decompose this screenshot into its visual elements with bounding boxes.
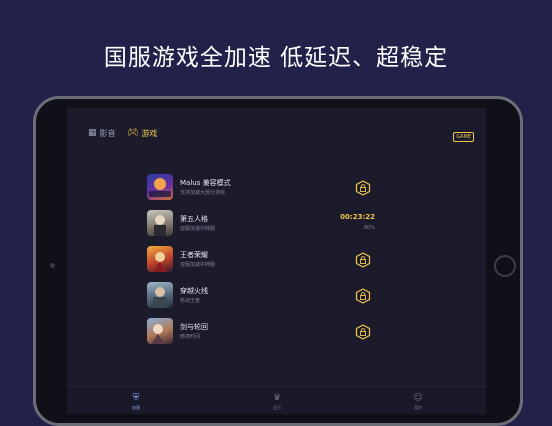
lock-icon[interactable] (355, 324, 371, 340)
character-art (153, 287, 167, 308)
game-row-identity-v[interactable]: 第五人格 亚服加速中转服 00:23:22 80% (147, 208, 377, 244)
game-row-malus[interactable]: Malus 兼容模式 支持加速大部分游戏 (147, 172, 377, 208)
game-title: 王者荣耀 (180, 251, 208, 259)
user-icon: ☺ (413, 393, 423, 403)
grid-icon: ▦ (88, 128, 97, 138)
lock-icon[interactable] (355, 180, 371, 196)
game-subtitle: 支持加速大部分游戏 (180, 190, 226, 196)
character-art (154, 215, 166, 236)
camera-dot (50, 263, 55, 268)
character-art (153, 252, 167, 272)
game-thumb (147, 282, 173, 308)
tabbar-item-vip[interactable]: ♛ 会员 (257, 393, 297, 411)
game-row-crossfire[interactable]: 穿越火线 枪战王者 (147, 280, 377, 316)
game-row-sword-reincarnation[interactable]: 剑与轮回 暗夜时间 (147, 316, 377, 352)
shield-icon: ⛨ (132, 393, 140, 403)
tab-media[interactable]: ▦ 影音 (88, 128, 116, 139)
tab-games[interactable]: 🎮︎ 游戏 (127, 128, 157, 139)
acceleration-percent: 80% (363, 225, 375, 231)
game-subtitle: 亚服加速中转服 (180, 226, 216, 232)
game-row-honor-of-kings[interactable]: 王者荣耀 亚服加速中转服 (147, 244, 377, 280)
tabbar-label: 我的 (414, 405, 422, 410)
game-title: 穿越火线 (180, 287, 208, 295)
game-thumb (147, 174, 173, 200)
headline: 国服游戏全加速 低延迟、超稳定 (103, 45, 449, 71)
crown-icon: ♛ (272, 393, 282, 403)
game-title: Malus 兼容模式 (180, 179, 231, 187)
gamepad-icon: 🎮︎ (127, 128, 139, 138)
game-badge: GAME (453, 132, 474, 142)
tabbar-item-me[interactable]: ☺ 我的 (398, 393, 438, 411)
game-subtitle: 亚服加速中转服 (180, 262, 216, 268)
game-title: 第五人格 (180, 215, 208, 223)
tab-media-label: 影音 (99, 129, 116, 138)
bottom-tab-bar: ⛨ 加速 ♛ 会员 ☺ 我的 (67, 386, 486, 414)
game-subtitle: 暗夜时间 (180, 334, 201, 340)
tabbar-label: 会员 (273, 405, 281, 410)
game-thumb (147, 210, 173, 236)
character-art (151, 324, 165, 344)
game-list: Malus 兼容模式 支持加速大部分游戏 第五人格 亚服加速中转服 00:23:… (147, 172, 377, 352)
top-bar: ▦ 影音 🎮︎ 游戏 GAME (67, 108, 486, 148)
game-subtitle: 枪战王者 (180, 298, 201, 304)
game-thumb (147, 246, 173, 272)
game-title: 剑与轮回 (180, 323, 208, 331)
acceleration-timer: 00:23:22 (340, 213, 375, 221)
tabbar-label: 加速 (132, 405, 140, 410)
game-thumb (147, 318, 173, 344)
app-screen: ▦ 影音 🎮︎ 游戏 GAME Malus 兼容模式 支持加速大部分游戏 第五人… (67, 108, 486, 414)
lock-icon[interactable] (355, 288, 371, 304)
compat-mode-art (149, 178, 171, 197)
lock-icon[interactable] (355, 252, 371, 268)
tab-games-label: 游戏 (141, 129, 158, 138)
home-button (494, 255, 516, 277)
tabbar-item-accelerate[interactable]: ⛨ 加速 (116, 393, 156, 411)
